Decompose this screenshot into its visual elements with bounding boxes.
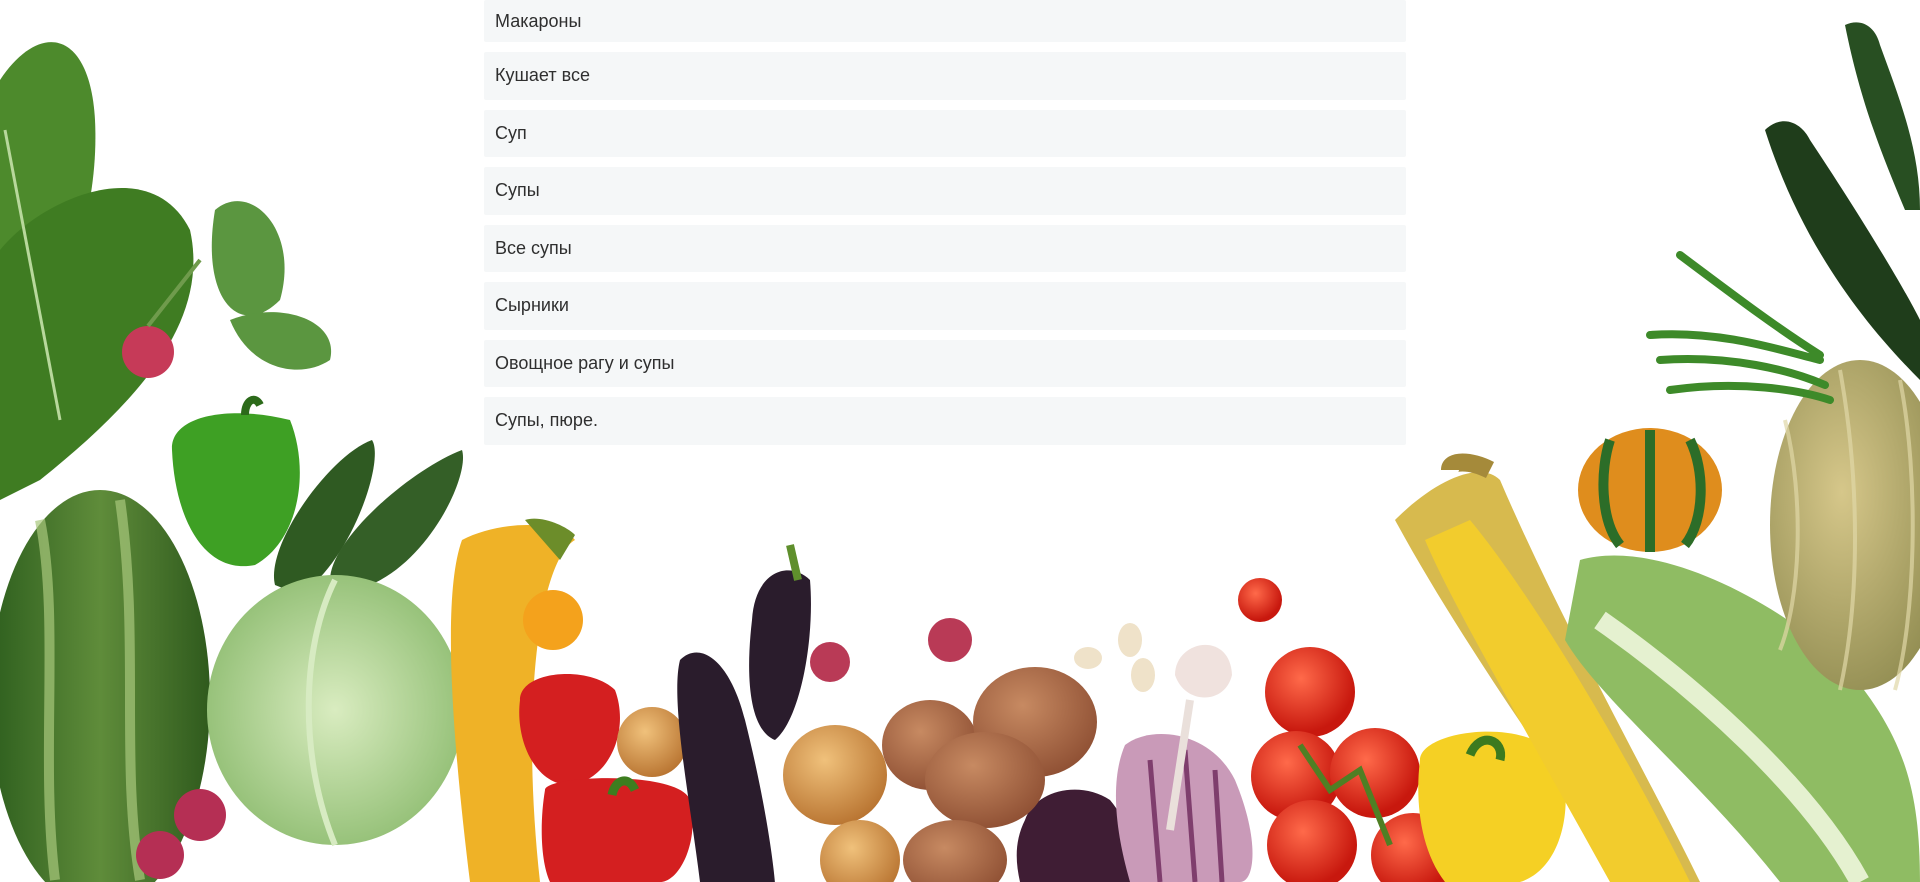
list-item[interactable]: Овощное рагу и супы: [484, 339, 1406, 387]
list-item[interactable]: Суп: [484, 109, 1406, 157]
list-item[interactable]: Все супы: [484, 224, 1406, 272]
list-item[interactable]: Макароны: [484, 0, 1406, 42]
list-item[interactable]: Кушает все: [484, 52, 1406, 100]
list-item[interactable]: Сырники: [484, 282, 1406, 330]
list-item[interactable]: Супы, пюре.: [484, 397, 1406, 445]
recipe-list: Макароны Кушает все Суп Супы Все супы Сы…: [484, 0, 1406, 445]
list-item[interactable]: Супы: [484, 167, 1406, 215]
